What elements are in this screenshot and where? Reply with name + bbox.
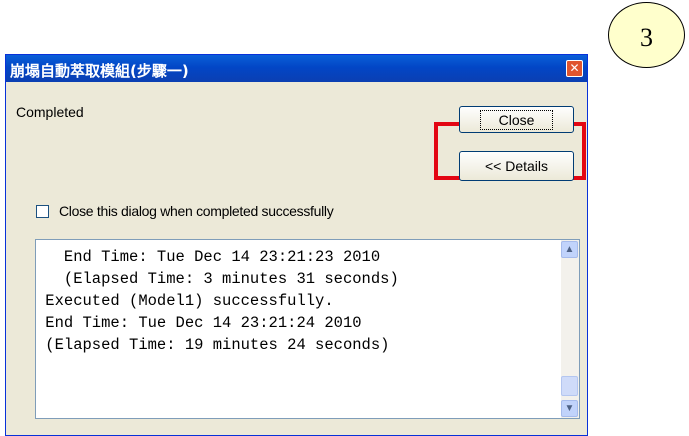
log-line: End Time: Tue Dec 14 23:21:23 2010 — [36, 248, 381, 266]
scroll-thumb[interactable] — [561, 376, 578, 396]
log-line: (Elapsed Time: 19 minutes 24 seconds) — [36, 336, 390, 354]
progress-dialog: 崩塌自動萃取模組(步驟一) ✕ Completed Close << Detai… — [5, 54, 588, 436]
log-line: Executed (Model1) successfully. — [36, 292, 334, 310]
log-line: End Time: Tue Dec 14 23:21:24 2010 — [36, 314, 362, 332]
title-bar[interactable]: 崩塌自動萃取模組(步驟一) ✕ — [6, 55, 587, 82]
step-number-annotation: 3 — [608, 2, 685, 68]
close-button[interactable]: Close — [459, 106, 574, 133]
log-text: End Time: Tue Dec 14 23:21:23 2010 (Elap… — [36, 246, 556, 356]
log-output-box[interactable]: End Time: Tue Dec 14 23:21:23 2010 (Elap… — [35, 239, 580, 419]
close-window-icon[interactable]: ✕ — [566, 60, 583, 77]
scroll-down-icon[interactable]: ▼ — [561, 400, 578, 417]
log-line: (Elapsed Time: 3 minutes 31 seconds) — [36, 270, 399, 288]
close-button-label: Close — [479, 109, 554, 130]
status-text: Completed — [16, 104, 84, 120]
close-on-success-checkbox[interactable] — [36, 204, 49, 218]
dialog-title: 崩塌自動萃取模組(步驟一) — [10, 62, 189, 80]
close-on-success-option[interactable]: Close this dialog when completed success… — [36, 203, 334, 219]
log-scrollbar[interactable]: ▲ ▼ — [561, 240, 579, 418]
close-on-success-label[interactable]: Close this dialog when completed success… — [59, 203, 334, 219]
details-button[interactable]: << Details — [459, 151, 574, 181]
scroll-up-icon[interactable]: ▲ — [561, 241, 578, 258]
step-number: 3 — [640, 23, 653, 52]
